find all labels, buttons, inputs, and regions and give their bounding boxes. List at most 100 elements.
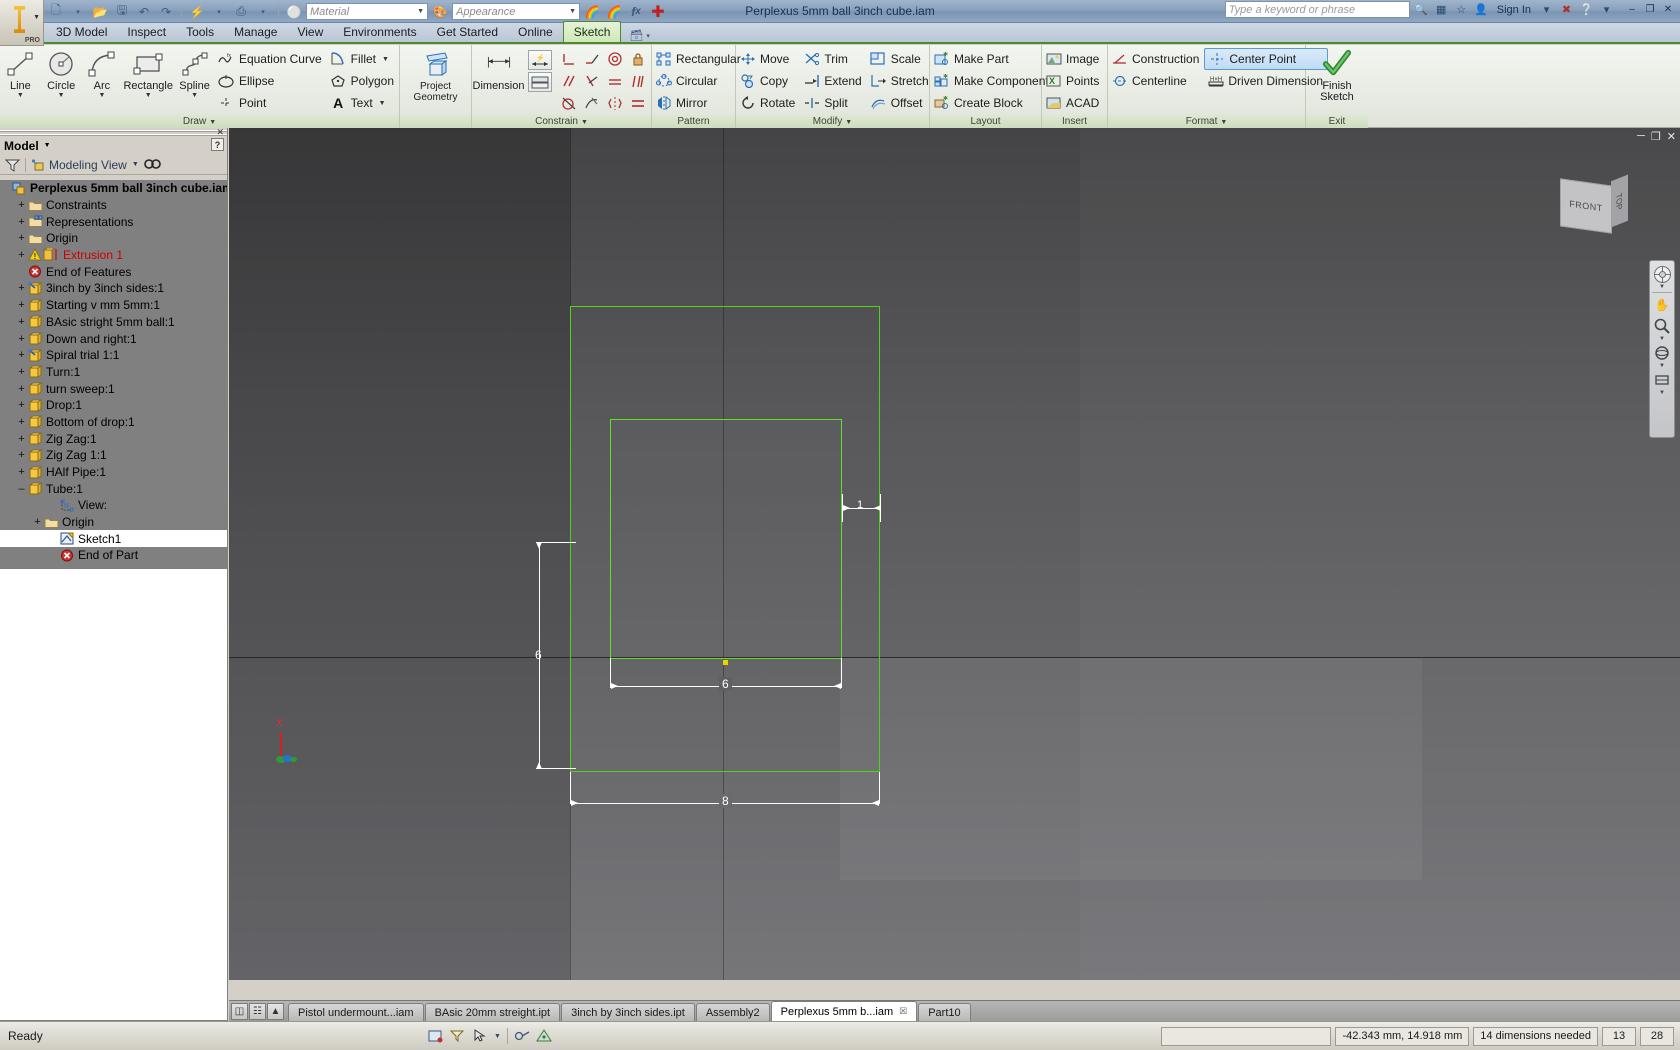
tangent-icon[interactable]	[557, 92, 580, 114]
chevron-down-icon[interactable]: ▼	[44, 142, 51, 149]
chevron-down-icon[interactable]: ▼	[1659, 363, 1665, 369]
tool-trim[interactable]: Trim	[800, 48, 866, 70]
close-button[interactable]: ✕	[1660, 2, 1676, 17]
view-cube-front-face[interactable]: FRONT	[1560, 178, 1612, 234]
parameters-fx-icon[interactable]: fx	[626, 2, 646, 22]
tree-node[interactable]: + HAlf Pipe:1	[0, 464, 227, 481]
add-icon[interactable]: ✚	[648, 2, 668, 22]
tool-circle[interactable]: Circle ▼	[41, 45, 82, 115]
tree-node[interactable]: + Spiral trial 1:1	[0, 347, 227, 364]
collinear-icon[interactable]	[580, 48, 603, 70]
offset-dim-text[interactable]: 1	[857, 499, 863, 511]
tool-move[interactable]: Move	[736, 48, 800, 70]
new-icon[interactable]: 🗋	[46, 2, 66, 22]
snap-icon[interactable]	[514, 1029, 530, 1043]
tree-node[interactable]: + Origin	[0, 230, 227, 247]
sign-in-label[interactable]: Sign In	[1493, 4, 1535, 16]
tab-online[interactable]: Online	[508, 22, 563, 42]
tool-arc[interactable]: Arc ▼	[82, 45, 123, 115]
save-icon[interactable]: 🖫	[112, 2, 132, 22]
tree-node[interactable]: + turn sweep:1	[0, 380, 227, 397]
tab-sketch[interactable]: Sketch	[562, 21, 622, 42]
tree-node[interactable]: + Down and right:1	[0, 330, 227, 347]
tool-polygon[interactable]: Polygon	[327, 70, 399, 92]
tool-offset[interactable]: Offset	[867, 92, 934, 114]
concentric-icon[interactable]	[603, 48, 626, 70]
equal-icon[interactable]	[626, 92, 649, 114]
help-search-icon[interactable]: 🔍	[1413, 1, 1430, 18]
filter-icon[interactable]	[5, 158, 20, 172]
search-input[interactable]: Type a keyword or phrase	[1224, 1, 1410, 18]
tree-node[interactable]: + Starting v mm 5mm:1	[0, 297, 227, 314]
tree-node[interactable]: +! Extrusion 1	[0, 247, 227, 264]
expand-icon[interactable]: +	[16, 282, 27, 294]
tool-text[interactable]: A Text ▼	[327, 92, 399, 114]
viewport-minimize-button[interactable]: ─	[1637, 130, 1645, 143]
tool-stretch[interactable]: Stretch	[867, 70, 934, 92]
close-doc-icon[interactable]: ✖	[1558, 1, 1575, 18]
look-at-icon[interactable]	[1651, 370, 1673, 390]
tool-rotate[interactable]: Rotate	[736, 92, 800, 114]
tool-mirror[interactable]: Mirror	[652, 92, 746, 114]
tree-node[interactable]: + Turn:1	[0, 364, 227, 381]
tree-node[interactable]: End of Features	[0, 263, 227, 280]
help-icon[interactable]: ❔	[1578, 1, 1595, 18]
doc-tab-perplexus-5mm[interactable]: Perplexus 5mm b...iam ☒	[770, 1001, 918, 1021]
tool-copy[interactable]: Copy	[736, 70, 800, 92]
minimize-button[interactable]: –	[1624, 2, 1640, 17]
expand-icon[interactable]: +	[16, 383, 27, 395]
tree-node[interactable]: + Representations	[0, 213, 227, 230]
select-filter-icon[interactable]	[450, 1029, 466, 1043]
tile-windows-icon[interactable]: ◫	[231, 1003, 248, 1020]
chevron-down-icon[interactable]: ▼	[845, 119, 852, 126]
tree-node[interactable]: + Origin	[0, 514, 227, 531]
chevron-down-icon[interactable]: ▼	[132, 161, 139, 168]
pan-icon[interactable]: ✋	[1651, 295, 1673, 315]
expand-icon[interactable]: +	[16, 316, 27, 328]
doc-tab-3inch-by-3inch-sides[interactable]: 3inch by 3inch sides.ipt	[561, 1003, 695, 1021]
height-dim-text[interactable]: 6	[535, 648, 542, 662]
tab-environments[interactable]: Environments	[333, 22, 426, 42]
expand-icon[interactable]: +	[16, 216, 27, 228]
sketch-center-point[interactable]	[723, 660, 728, 665]
tree-node[interactable]: + Constraints	[0, 197, 227, 214]
chevron-down-icon[interactable]: ▼	[1220, 119, 1227, 126]
sketch-inner-rectangle[interactable]	[610, 419, 842, 659]
expand-icon[interactable]: +	[16, 299, 27, 311]
tool-scale[interactable]: Scale	[867, 48, 934, 70]
tree-node[interactable]: View:	[0, 497, 227, 514]
chevron-down-icon[interactable]: ▼	[191, 92, 198, 99]
expand-icon[interactable]: +	[16, 232, 27, 244]
vertical-icon[interactable]	[626, 70, 649, 92]
show-constraints-icon[interactable]	[528, 72, 552, 92]
expand-icon[interactable]: +	[16, 249, 27, 261]
fix-icon[interactable]	[626, 48, 649, 70]
doc-tab-part10[interactable]: Part10	[918, 1003, 971, 1021]
tab-inspect[interactable]: Inspect	[117, 22, 176, 42]
expand-icon[interactable]: +	[16, 433, 27, 445]
undo-icon[interactable]: ↶	[134, 2, 154, 22]
tool-equation-curve[interactable]: fx Equation Curve	[215, 48, 327, 70]
close-icon[interactable]: ☒	[899, 1006, 907, 1017]
find-icon[interactable]	[143, 158, 161, 171]
tool-rectangle[interactable]: Rectangle ▼	[122, 45, 174, 115]
chevron-down-icon[interactable]: ▼	[1659, 284, 1665, 290]
doc-tab-basic-20mm-streight[interactable]: BAsic 20mm streight.ipt	[424, 1003, 561, 1021]
analysis-icon[interactable]	[536, 1029, 552, 1043]
expand-icon[interactable]: +	[16, 349, 27, 361]
chevron-down-icon[interactable]	[435, 49, 437, 56]
viewport-close-button[interactable]: ✕	[1667, 130, 1676, 143]
tree-node[interactable]: – Tube:1	[0, 480, 227, 497]
redo-icon[interactable]: ↷	[156, 2, 176, 22]
viewport-restore-button[interactable]: ❐	[1651, 130, 1661, 143]
expand-icon[interactable]: +	[16, 449, 27, 461]
expand-icon[interactable]: +	[16, 466, 27, 478]
browser-drag-handle[interactable]: ✕	[0, 127, 227, 137]
tab-view[interactable]: View	[287, 22, 333, 42]
chevron-down-icon[interactable]: ▼	[379, 100, 386, 107]
appearance-combo[interactable]: Appearance ▼	[452, 3, 580, 20]
parallel-icon[interactable]	[557, 70, 580, 92]
doc-tab-assembly2[interactable]: Assembly2	[695, 1003, 770, 1021]
model-tree[interactable]: Perplexus 5mm ball 3inch cube.iam + Constr…	[0, 180, 227, 1021]
horizontal-icon[interactable]	[603, 70, 626, 92]
